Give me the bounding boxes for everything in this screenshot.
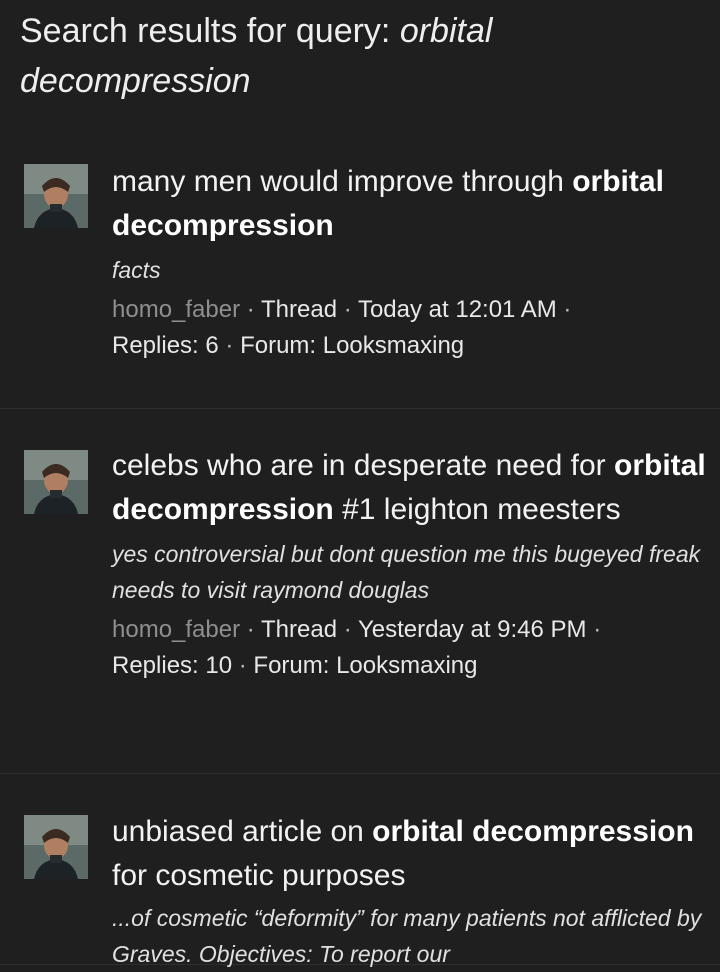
separator: · bbox=[586, 616, 602, 643]
separator: · bbox=[218, 332, 241, 359]
separator: · bbox=[240, 296, 261, 323]
page-title: Search results for query: orbital decomp… bbox=[20, 6, 700, 106]
avatar-photo-icon bbox=[24, 450, 88, 514]
avatar-photo-icon bbox=[24, 815, 88, 879]
avatar[interactable] bbox=[24, 450, 88, 514]
avatar[interactable] bbox=[24, 164, 88, 228]
separator: · bbox=[337, 616, 358, 643]
author-link[interactable]: homo_faber bbox=[112, 616, 240, 643]
page-title-prefix: Search results for query: bbox=[20, 12, 400, 50]
search-result[interactable]: many men would improve through orbital d… bbox=[0, 140, 720, 409]
avatar[interactable] bbox=[24, 815, 88, 879]
result-title-text: many men would improve through bbox=[112, 165, 573, 198]
result-title-link[interactable]: unbiased article on orbital decompressio… bbox=[112, 810, 708, 898]
result-content: many men would improve through orbital d… bbox=[112, 160, 708, 364]
timestamp: Yesterday at 9:46 PM bbox=[357, 616, 587, 643]
content-type: Thread bbox=[261, 296, 338, 323]
result-snippet: facts bbox=[112, 257, 161, 283]
forum-link[interactable]: Forum: Looksmaxing bbox=[253, 652, 477, 679]
result-title-link[interactable]: celebs who are in desperate need for orb… bbox=[112, 444, 708, 532]
author-link[interactable]: homo_faber bbox=[112, 296, 240, 323]
result-content: unbiased article on orbital decompressio… bbox=[112, 810, 708, 972]
result-title-highlight: orbital decompression bbox=[372, 815, 694, 848]
reply-count: Replies: 6 bbox=[112, 332, 219, 359]
result-meta: homo_faber · Thread · Yesterday at 9:46 … bbox=[112, 612, 708, 684]
content-type: Thread bbox=[261, 616, 338, 643]
timestamp: Today at 12:01 AM bbox=[357, 296, 557, 323]
separator: · bbox=[556, 296, 572, 323]
forum-link[interactable]: Forum: Looksmaxing bbox=[240, 332, 464, 359]
result-title-text: for cosmetic purposes bbox=[112, 859, 406, 892]
result-snippet: yes controversial but dont question me t… bbox=[112, 541, 701, 603]
avatar-photo-icon bbox=[24, 164, 88, 228]
search-result[interactable]: celebs who are in desperate need for orb… bbox=[0, 409, 720, 774]
result-content: celebs who are in desperate need for orb… bbox=[112, 444, 708, 684]
result-snippet: ...of cosmetic “deformity” for many pati… bbox=[112, 905, 702, 967]
separator: · bbox=[337, 296, 358, 323]
separator: · bbox=[232, 652, 254, 679]
result-meta: homo_faber · Thread · Today at 12:01 AM … bbox=[112, 292, 708, 364]
result-title-text: #1 leighton meesters bbox=[333, 493, 621, 526]
result-title-text: celebs who are in desperate need for bbox=[112, 449, 614, 482]
reply-count: Replies: 10 bbox=[112, 652, 233, 679]
result-title-text: unbiased article on bbox=[112, 815, 373, 848]
search-result[interactable]: unbiased article on orbital decompressio… bbox=[0, 774, 720, 967]
result-title-link[interactable]: many men would improve through orbital d… bbox=[112, 160, 708, 248]
separator: · bbox=[240, 616, 261, 643]
